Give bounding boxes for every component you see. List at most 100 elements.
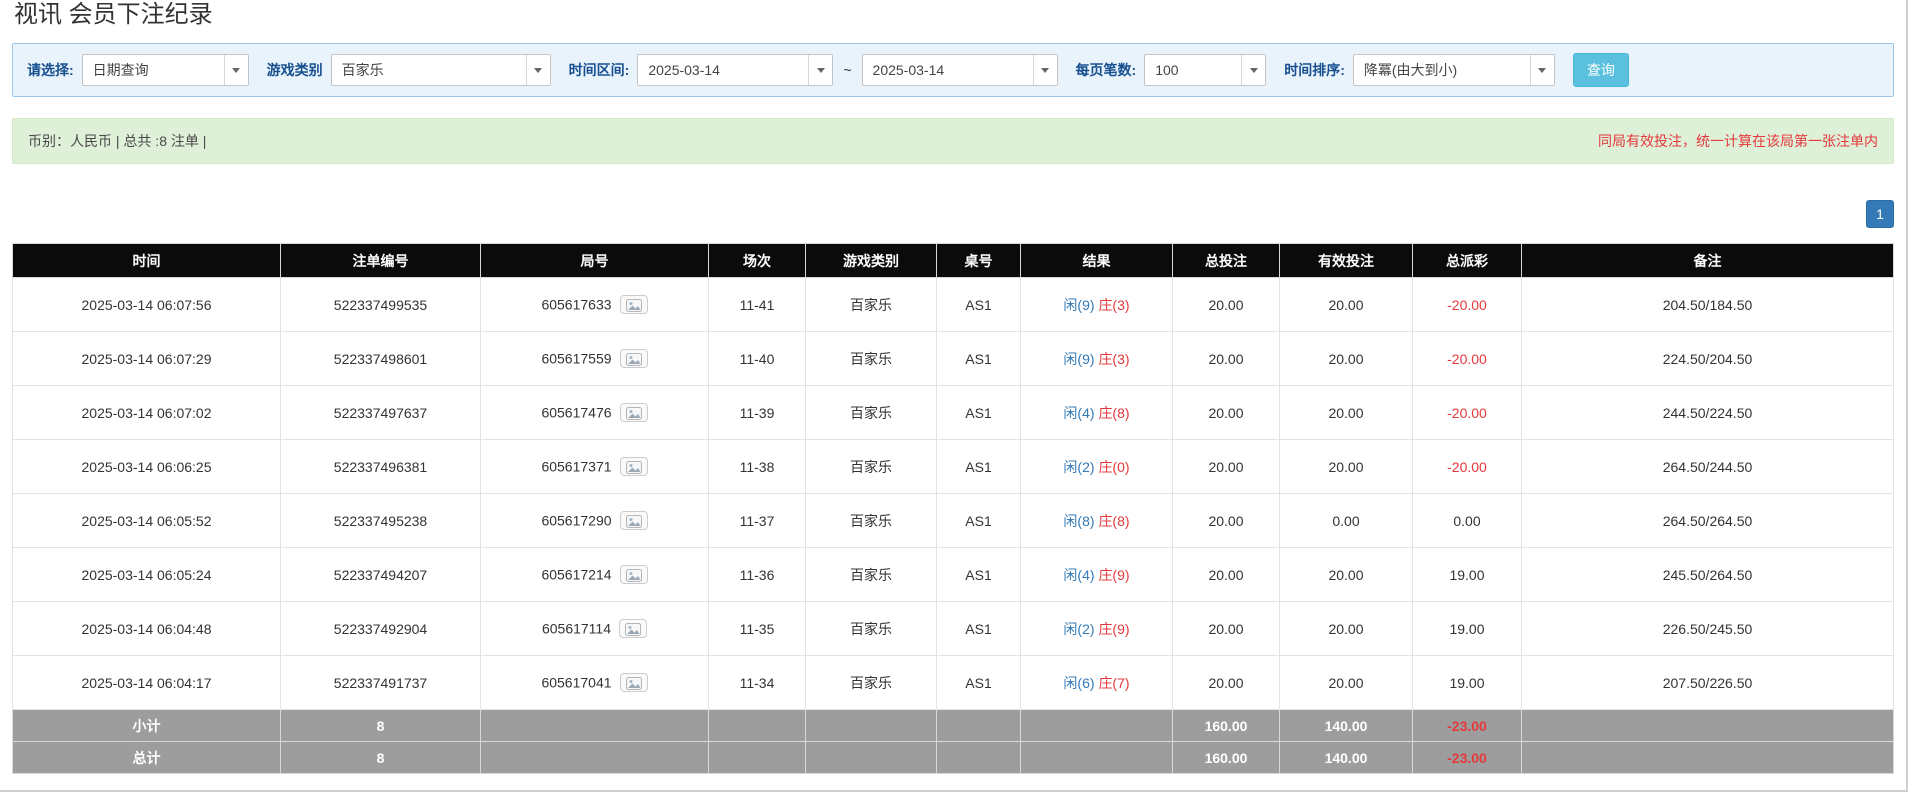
- column-header: 时间: [13, 244, 281, 278]
- summary-row: 总计8160.00140.00-23.00: [13, 742, 1894, 774]
- column-header: 结果: [1021, 244, 1173, 278]
- round-id: 605617476: [541, 405, 611, 421]
- column-header: 总投注: [1173, 244, 1280, 278]
- cell-total-bet[interactable]: 20.00: [1173, 278, 1280, 332]
- cell-bet-id: 522337492904: [281, 602, 481, 656]
- cell-table-no: AS1: [937, 386, 1021, 440]
- cell-time: 2025-03-14 06:05:24: [13, 548, 281, 602]
- round-video-icon[interactable]: [620, 349, 648, 368]
- round-video-icon[interactable]: [620, 457, 648, 476]
- cell-round-id: 605617559: [481, 332, 709, 386]
- table-header-row: 时间注单编号局号场次游戏类别桌号结果总投注有效投注总派彩备注: [13, 244, 1894, 278]
- cell-note: 224.50/204.50: [1522, 332, 1894, 386]
- table-row: 2025-03-14 06:07:29 522337498601 6056175…: [13, 332, 1894, 386]
- query-type-value: 日期查询: [83, 55, 224, 85]
- cell-total-bet[interactable]: 20.00: [1173, 440, 1280, 494]
- cell-result: 闲(2) 庄(9): [1021, 602, 1173, 656]
- result-player: 闲(2): [1063, 459, 1094, 475]
- cell-session: 11-34: [709, 656, 806, 710]
- cell-game-type: 百家乐: [806, 332, 937, 386]
- query-type-select[interactable]: 日期查询: [82, 54, 249, 86]
- cell-total-bet[interactable]: 20.00: [1173, 656, 1280, 710]
- cell-table-no: AS1: [937, 494, 1021, 548]
- summary-cell: 8: [281, 710, 481, 742]
- cell-result: 闲(6) 庄(7): [1021, 656, 1173, 710]
- column-header: 游戏类别: [806, 244, 937, 278]
- chevron-down-icon: [1033, 55, 1057, 85]
- cell-session: 11-38: [709, 440, 806, 494]
- cell-round-id: 605617633: [481, 278, 709, 332]
- filter-label-query-type: 请选择:: [27, 60, 74, 80]
- cell-payout: 0.00: [1413, 494, 1522, 548]
- cell-total-bet[interactable]: 20.00: [1173, 602, 1280, 656]
- summary-cell: -23.00: [1413, 742, 1522, 774]
- column-header: 桌号: [937, 244, 1021, 278]
- sort-order-value: 降冪(由大到小): [1354, 55, 1530, 85]
- summary-cell: 140.00: [1280, 710, 1413, 742]
- cell-note: 264.50/264.50: [1522, 494, 1894, 548]
- cell-total-bet[interactable]: 20.00: [1173, 332, 1280, 386]
- cell-game-type: 百家乐: [806, 278, 937, 332]
- cell-valid-bet: 20.00: [1280, 548, 1413, 602]
- cell-total-bet[interactable]: 20.00: [1173, 494, 1280, 548]
- result-banker: 庄(9): [1098, 567, 1129, 583]
- summary-cell: [806, 710, 937, 742]
- result-banker: 庄(8): [1098, 513, 1129, 529]
- page-button-1[interactable]: 1: [1866, 200, 1894, 228]
- cell-result: 闲(9) 庄(3): [1021, 278, 1173, 332]
- round-video-icon[interactable]: [620, 403, 648, 422]
- cell-round-id: 605617114: [481, 602, 709, 656]
- round-video-icon[interactable]: [620, 565, 648, 584]
- per-page-select[interactable]: 100: [1144, 54, 1266, 86]
- cell-bet-id: 522337499535: [281, 278, 481, 332]
- filter-label-sort-order: 时间排序:: [1284, 60, 1345, 80]
- cell-time: 2025-03-14 06:07:29: [13, 332, 281, 386]
- search-button[interactable]: 查询: [1573, 53, 1629, 87]
- cell-game-type: 百家乐: [806, 656, 937, 710]
- game-type-value: 百家乐: [332, 55, 526, 85]
- round-id: 605617371: [541, 459, 611, 475]
- cell-table-no: AS1: [937, 656, 1021, 710]
- round-id: 605617114: [542, 621, 611, 637]
- cell-session: 11-40: [709, 332, 806, 386]
- filter-label-game-type: 游戏类别: [267, 60, 323, 80]
- chevron-down-icon: [1241, 55, 1265, 85]
- column-header: 有效投注: [1280, 244, 1413, 278]
- summary-cell: [1522, 742, 1894, 774]
- cell-table-no: AS1: [937, 278, 1021, 332]
- summary-cell: [937, 742, 1021, 774]
- cell-result: 闲(2) 庄(0): [1021, 440, 1173, 494]
- round-video-icon[interactable]: [620, 295, 648, 314]
- chevron-down-icon: [224, 55, 248, 85]
- chevron-down-icon: [1530, 55, 1554, 85]
- table-row: 2025-03-14 06:04:17 522337491737 6056170…: [13, 656, 1894, 710]
- summary-label: 总计: [13, 742, 281, 774]
- cell-total-bet[interactable]: 20.00: [1173, 386, 1280, 440]
- result-player: 闲(9): [1063, 351, 1094, 367]
- result-banker: 庄(9): [1098, 621, 1129, 637]
- date-to-select[interactable]: 2025-03-14: [862, 54, 1058, 86]
- round-video-icon[interactable]: [619, 619, 647, 638]
- round-video-icon[interactable]: [620, 673, 648, 692]
- round-id: 605617559: [541, 351, 611, 367]
- cell-bet-id: 522337497637: [281, 386, 481, 440]
- cell-time: 2025-03-14 06:07:56: [13, 278, 281, 332]
- cell-time: 2025-03-14 06:05:52: [13, 494, 281, 548]
- sort-order-select[interactable]: 降冪(由大到小): [1353, 54, 1555, 86]
- cell-note: 226.50/245.50: [1522, 602, 1894, 656]
- date-from-value: 2025-03-14: [638, 55, 808, 85]
- cell-total-bet[interactable]: 20.00: [1173, 548, 1280, 602]
- round-id: 605617290: [541, 513, 611, 529]
- cell-note: 245.50/264.50: [1522, 548, 1894, 602]
- cell-round-id: 605617371: [481, 440, 709, 494]
- cell-round-id: 605617214: [481, 548, 709, 602]
- round-id: 605617214: [541, 567, 611, 583]
- date-from-select[interactable]: 2025-03-14: [637, 54, 833, 86]
- cell-session: 11-37: [709, 494, 806, 548]
- cell-game-type: 百家乐: [806, 494, 937, 548]
- summary-row: 小计8160.00140.00-23.00: [13, 710, 1894, 742]
- cell-round-id: 605617041: [481, 656, 709, 710]
- round-video-icon[interactable]: [620, 511, 648, 530]
- summary-cell: [481, 742, 709, 774]
- game-type-select[interactable]: 百家乐: [331, 54, 551, 86]
